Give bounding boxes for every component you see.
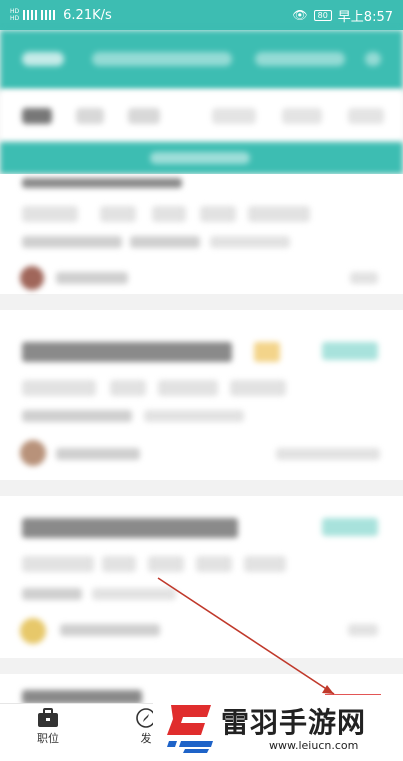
watermark-title: 雷羽手游网	[221, 706, 367, 739]
blurred-banner	[0, 142, 403, 174]
net-speed: 6.21K/s	[63, 7, 112, 23]
signal-icon-2	[41, 10, 56, 20]
sim1-label: HD	[10, 8, 20, 15]
nav-item-jobs[interactable]: 职位	[18, 708, 78, 746]
job-card[interactable]	[0, 496, 403, 658]
nav-label-jobs: 职位	[37, 732, 59, 745]
blurred-filter-row	[0, 90, 403, 142]
status-bar: HD HD 6.21K/s 👁 80 早上8:57	[0, 0, 403, 30]
sim2-label: HD	[10, 15, 20, 22]
sim-indicators: HD HD	[10, 8, 19, 22]
job-card[interactable]	[0, 310, 403, 480]
watermark: 雷羽手游网 www.leiucn.com	[153, 695, 403, 761]
battery-icon: 80	[313, 9, 332, 21]
site-logo-icon	[167, 705, 213, 753]
eye-comfort-icon: 👁	[292, 8, 308, 22]
blurred-header	[0, 30, 403, 90]
watermark-url: www.leiucn.com	[269, 739, 359, 752]
app-screen: HD HD 6.21K/s 👁 80 早上8:57 职位 发 雷羽手游网 www…	[0, 0, 403, 761]
signal-icon	[23, 10, 38, 20]
clock: 早上8:57	[337, 9, 393, 25]
briefcase-icon	[38, 708, 58, 727]
nav-label-discover: 发	[140, 732, 152, 745]
job-card[interactable]	[0, 174, 403, 294]
